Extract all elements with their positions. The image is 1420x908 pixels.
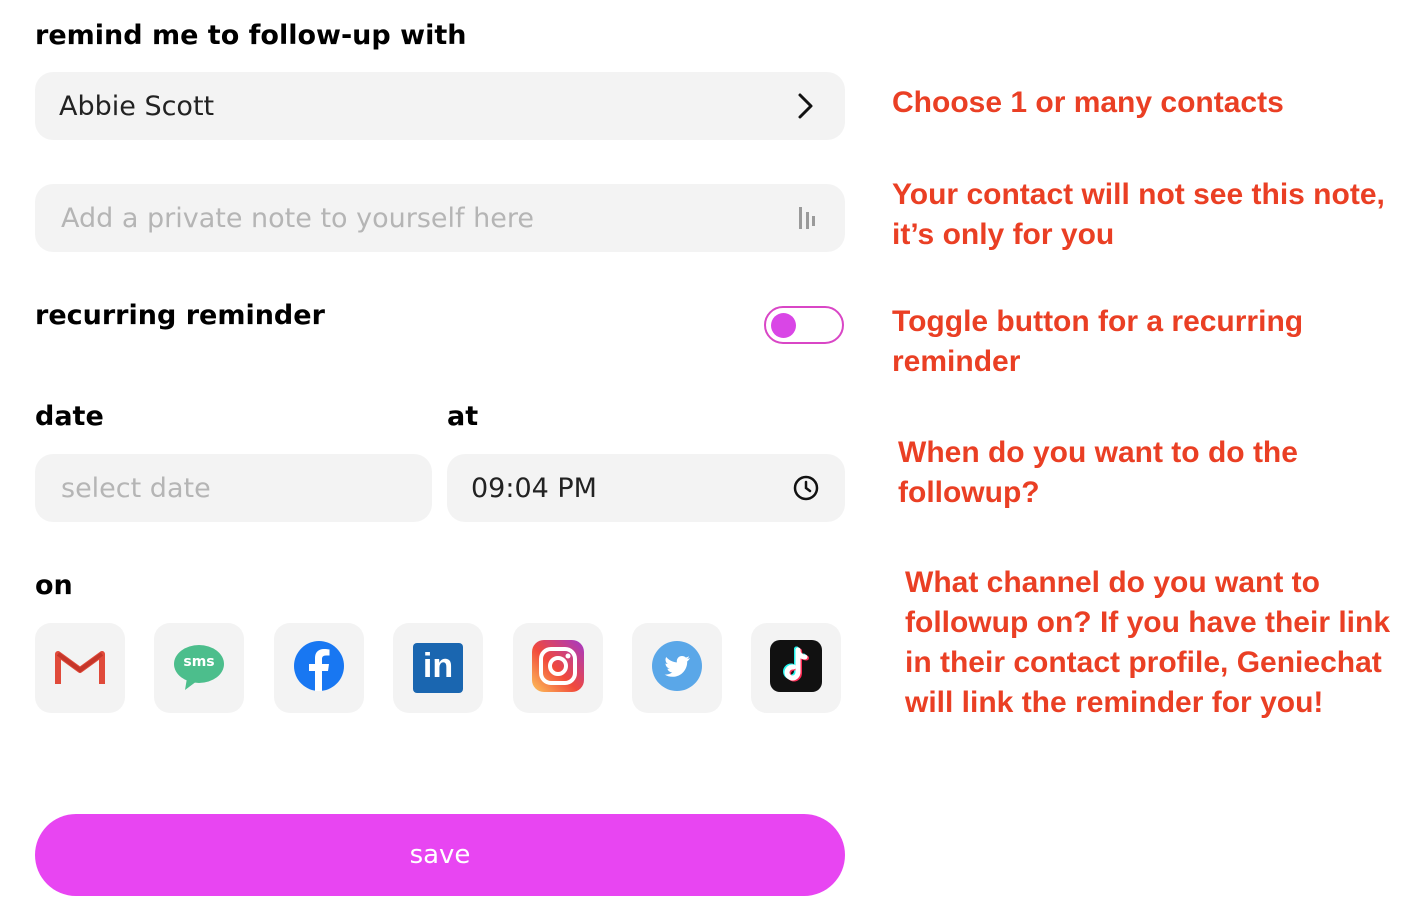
channel-gmail-button[interactable]: [35, 623, 125, 713]
channel-twitter-button[interactable]: [632, 623, 722, 713]
note-field[interactable]: [35, 184, 845, 252]
note-input[interactable]: [59, 201, 793, 235]
chevron-right-icon: [791, 91, 821, 121]
channel-instagram-button[interactable]: [513, 623, 603, 713]
channel-linkedin-button[interactable]: in: [393, 623, 483, 713]
recurring-label: recurring reminder: [35, 300, 325, 331]
form-title: remind me to follow-up with: [35, 20, 467, 51]
contact-value: Abbie Scott: [59, 90, 215, 122]
time-value: 09:04 PM: [471, 472, 597, 504]
annotation-channel: What channel do you want to followup on?…: [905, 566, 1391, 719]
date-field[interactable]: [35, 454, 432, 522]
time-field[interactable]: 09:04 PM: [447, 454, 845, 522]
clock-icon[interactable]: [791, 473, 821, 503]
on-label: on: [35, 570, 73, 601]
date-label: date: [35, 401, 104, 432]
sms-label: sms: [183, 654, 215, 670]
tiktok-icon: [770, 640, 822, 696]
annotation-note: Your contact will not see this note, it’…: [892, 178, 1385, 251]
toggle-knob: [771, 313, 796, 338]
recurring-toggle[interactable]: [764, 306, 844, 344]
channel-facebook-button[interactable]: [274, 623, 364, 713]
channel-sms-button[interactable]: sms: [154, 623, 244, 713]
sms-icon: sms: [173, 644, 225, 692]
date-input[interactable]: [59, 471, 408, 505]
contact-selector[interactable]: Abbie Scott: [35, 72, 845, 140]
annotation-when: When do you want to do the followup?: [898, 436, 1298, 509]
instagram-icon: [532, 640, 584, 696]
linkedin-label: in: [422, 647, 454, 685]
annotation-toggle: Toggle button for a recurring reminder: [892, 305, 1304, 378]
resize-handle-icon[interactable]: [792, 203, 821, 233]
channel-tiktok-button[interactable]: [751, 623, 841, 713]
gmail-icon: [54, 646, 106, 690]
linkedin-icon: in: [413, 643, 463, 693]
annotation-contacts: Choose 1 or many contacts: [892, 86, 1284, 119]
facebook-icon: [293, 640, 345, 696]
twitter-icon: [651, 640, 703, 696]
save-button[interactable]: save: [35, 814, 845, 896]
at-label: at: [447, 401, 479, 432]
